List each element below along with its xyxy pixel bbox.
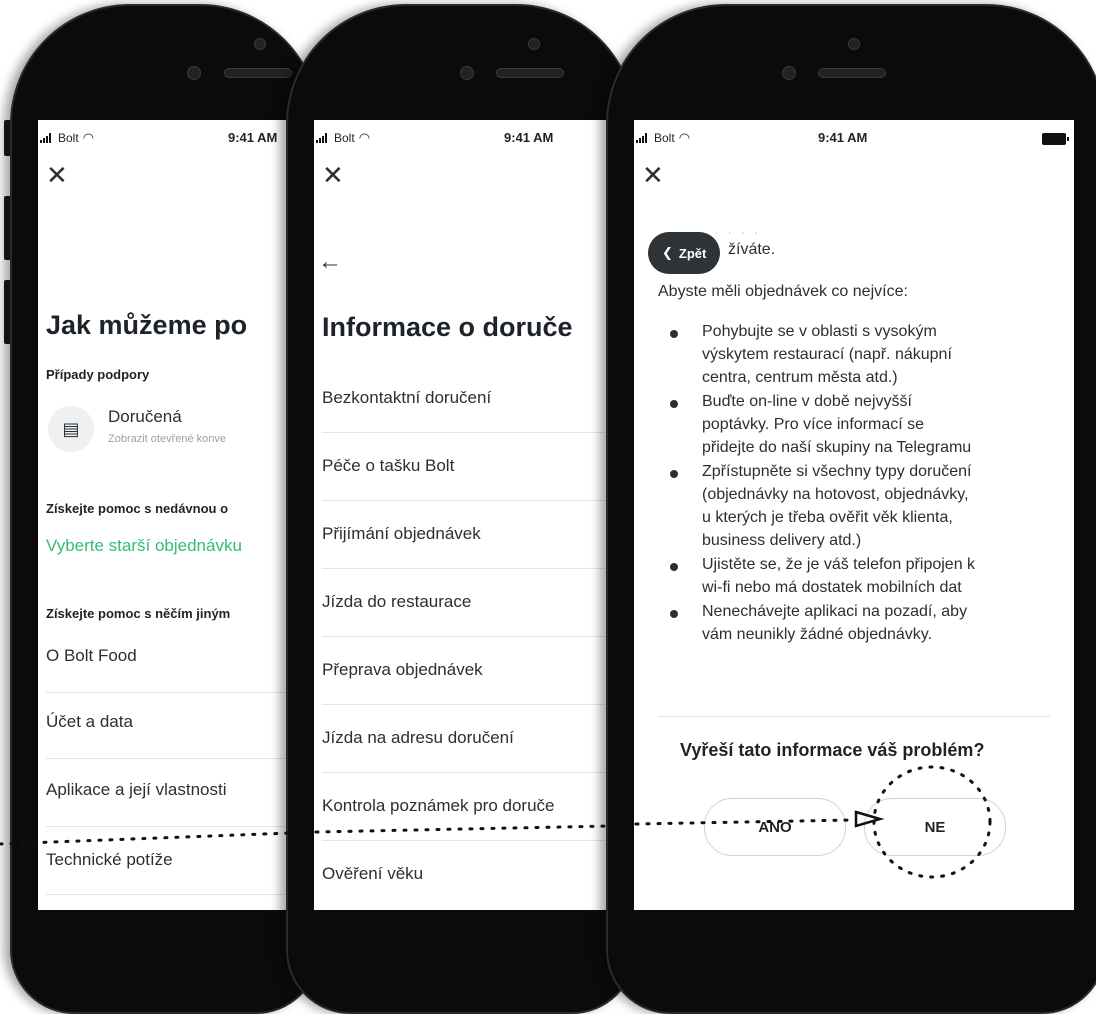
carrier: Bolt ◠ [636, 130, 690, 146]
chat-icon: ▤ [48, 406, 94, 452]
divider [46, 894, 318, 895]
case-subtitle: Zobrazit otevřené konve [108, 433, 227, 445]
bullet-dot [670, 610, 678, 618]
delivery-info-screen: Bolt ◠ 9:41 AM ✕ ← Informace o doruče Be… [314, 120, 634, 910]
feedback-question: Vyřeší tato informace váš problém? [680, 740, 985, 760]
status-bar: Bolt ◠ 9:41 AM [38, 130, 318, 150]
menu-item-bolt-food[interactable]: O Bolt Food [46, 646, 137, 666]
close-icon[interactable]: ✕ [322, 162, 344, 188]
status-bar: Bolt ◠ 9:41 AM [634, 130, 1074, 150]
speaker-grille [818, 68, 886, 78]
bullet-dot [670, 330, 678, 338]
article-screen: Bolt ◠ 9:41 AM ✕ · · · · ❮ Zpět žíváte. … [634, 120, 1074, 910]
signal-icon [40, 133, 54, 143]
menu-item-age-verification[interactable]: Ověření věku [322, 864, 423, 884]
support-home-screen: Bolt ◠ 9:41 AM ✕ Jak můžeme po Případy p… [38, 120, 318, 910]
speaker-grille [224, 68, 292, 78]
bullet-dot [670, 563, 678, 571]
menu-item-bag-care[interactable]: Péče o tašku Bolt [322, 456, 454, 476]
page-title: Informace o doruče [322, 312, 573, 342]
wifi-icon: ◠ [678, 130, 691, 145]
bullet-line: Buďte on-line v době nejvyšší [702, 393, 912, 410]
intro-text: Abyste měli objednávek co nejvíce: [658, 283, 908, 300]
bullet-line: u kterých je třeba ověřit věk klienta, [702, 509, 953, 526]
yes-button[interactable]: ANO [704, 798, 846, 856]
back-arrow-icon[interactable]: ← [318, 248, 342, 276]
bullet-line: centra, centrum města atd.) [702, 369, 898, 386]
support-cases-label: Případy podpory [46, 367, 150, 382]
recent-help-label: Získejte pomoc s nedávnou o [46, 501, 229, 516]
divider [46, 826, 318, 827]
sensor-dot [782, 66, 796, 80]
bullet-line: (objednávky na hotovost, objednávky, [702, 486, 969, 503]
select-older-order-link[interactable]: Vyberte starší objednávku [46, 536, 242, 556]
menu-item-account[interactable]: Účet a data [46, 712, 133, 732]
divider [322, 568, 634, 569]
divider [46, 692, 318, 693]
bullet-line: wi-fi nebo má dostatek mobilních dat [702, 579, 962, 596]
close-icon[interactable]: ✕ [46, 162, 68, 188]
speaker-grille [496, 68, 564, 78]
divider [322, 500, 634, 501]
divider [322, 704, 634, 705]
close-icon[interactable]: ✕ [642, 162, 664, 188]
partial-text-line: žíváte. [728, 241, 776, 258]
sensor-dot [460, 66, 474, 80]
battery-icon [1042, 133, 1069, 145]
signal-icon [316, 133, 330, 143]
sensor-dot [187, 66, 201, 80]
bullet-line: Ujistěte se, že je váš telefon připojen … [702, 556, 976, 573]
menu-item-technical-issues[interactable]: Technické potíže [46, 850, 173, 870]
chevron-left-icon: ❮ [662, 245, 673, 260]
wifi-icon: ◠ [82, 130, 95, 145]
status-time: 9:41 AM [504, 130, 554, 145]
status-bar: Bolt ◠ 9:41 AM [314, 130, 634, 150]
bullet-line: přidejte do naší skupiny na Telegramu [702, 439, 972, 456]
divider [322, 840, 634, 841]
status-time: 9:41 AM [228, 130, 278, 145]
menu-item-accepting-orders[interactable]: Přijímání objednávek [322, 524, 481, 544]
status-time: 9:41 AM [818, 130, 868, 145]
bullet-line: business delivery atd.) [702, 532, 862, 549]
back-button-label: Zpět [678, 245, 707, 261]
bullet-line: Zpřístupněte si všechny typy doručení [702, 463, 972, 480]
phone-article: Bolt ◠ 9:41 AM ✕ · · · · ❮ Zpět žíváte. … [606, 4, 1096, 1014]
bullet-dot [670, 470, 678, 478]
carrier: Bolt ◠ [316, 130, 370, 146]
menu-item-drive-to-address[interactable]: Jízda na adresu doručení [322, 728, 514, 748]
menu-item-drive-to-restaurant[interactable]: Jízda do restaurace [322, 592, 471, 612]
carrier: Bolt ◠ [40, 130, 94, 146]
bullet-line: poptávky. Pro více informací se [702, 416, 925, 433]
carrier-name: Bolt [334, 131, 355, 145]
wifi-icon: ◠ [358, 130, 371, 145]
bullet-dot [670, 400, 678, 408]
bullet-line: vám neunikly žádné objednávky. [702, 626, 933, 643]
divider [658, 716, 1050, 717]
camera-dot [528, 38, 540, 50]
bullet-line: Pohybujte se v oblasti s vysokým [702, 323, 937, 340]
bullet-line: Nenechávejte aplikaci na pozadí, aby [702, 603, 968, 620]
menu-item-transporting-orders[interactable]: Přeprava objednávek [322, 660, 483, 680]
menu-item-app-features[interactable]: Aplikace a její vlastnosti [46, 780, 226, 800]
camera-dot [848, 38, 860, 50]
page-title: Jak můžeme po [46, 310, 248, 340]
other-help-label: Získejte pomoc s něčím jiným [46, 606, 231, 621]
menu-item-contactless[interactable]: Bezkontaktní doručení [322, 388, 491, 408]
bullet-line: výskytem restaurací (např. nákupní [702, 346, 952, 363]
phone-delivery-info: Bolt ◠ 9:41 AM ✕ ← Informace o doruče Be… [286, 4, 636, 1014]
case-title[interactable]: Doručená [108, 407, 182, 427]
divider [322, 432, 634, 433]
divider [46, 758, 318, 759]
carrier-name: Bolt [654, 131, 675, 145]
no-button[interactable]: NE [864, 798, 1006, 856]
divider [322, 772, 634, 773]
back-button[interactable]: ❮ Zpět [648, 232, 721, 274]
divider [322, 636, 634, 637]
menu-item-delivery-notes[interactable]: Kontrola poznámek pro doruče [322, 796, 554, 816]
carrier-name: Bolt [58, 131, 79, 145]
camera-dot [254, 38, 266, 50]
signal-icon [636, 133, 650, 143]
phone-support-home: Bolt ◠ 9:41 AM ✕ Jak můžeme po Případy p… [10, 4, 320, 1014]
